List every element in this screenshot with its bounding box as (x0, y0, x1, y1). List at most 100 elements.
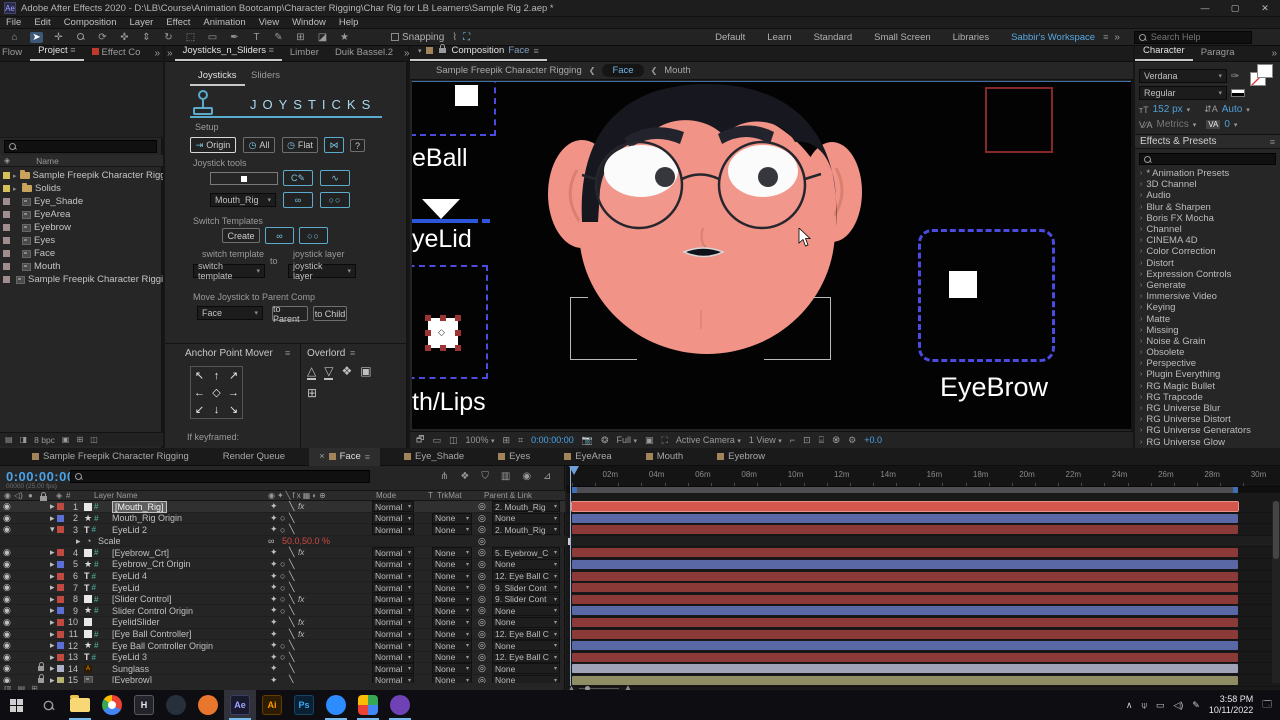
taskbar-illustrator[interactable]: Ai (256, 690, 288, 720)
parent-pickwhip-icon[interactable]: ◎ (478, 629, 488, 640)
taskbar-search-button[interactable] (32, 690, 64, 720)
eraser-tool-icon[interactable]: ◪ (316, 32, 329, 43)
quality-slash[interactable]: ╲ (289, 582, 297, 593)
layer-duration-bar[interactable] (572, 594, 1238, 604)
leading-value[interactable]: Auto (1222, 104, 1243, 115)
mode-select[interactable]: Normal ▾ (372, 663, 414, 675)
quality-slash[interactable]: ╲ (289, 605, 297, 616)
view-layout-select[interactable]: 1 View ▾ (749, 435, 782, 445)
label-chip[interactable] (57, 513, 65, 524)
trkmat-select[interactable]: None ▾ (432, 524, 472, 536)
quality-switch[interactable]: ✦ (270, 617, 278, 628)
layer-row[interactable]: ◉ ▸ 9 ★ # Slider Control Origin ✦ ○ ╲ Normal ▾ None… (0, 605, 565, 617)
quality-switch[interactable]: ✦ (270, 559, 278, 570)
dolly-camera-tool-icon[interactable]: ⇕ (140, 32, 153, 43)
visibility-toggle[interactable]: ◉ (3, 559, 13, 570)
layer-row[interactable]: ◉ ▸ 2 ★ # Mouth_Rig Origin ✦ ○ ╲ Normal ▾ None ▾ ◎ Non… (0, 512, 565, 525)
layer-name[interactable]: Slider Control Origin (112, 605, 287, 616)
fx-badge[interactable]: fx (298, 594, 310, 605)
effect-switch[interactable]: ○ (280, 652, 288, 663)
quality-switch[interactable]: ✦ (270, 629, 278, 640)
trkmat-select[interactable]: None ▾ (432, 651, 472, 663)
layer-name[interactable]: EyeLid 2 (112, 524, 287, 535)
visibility-toggle[interactable]: ◉ (3, 571, 13, 582)
effects-category[interactable]: › * Animation Presets (1135, 168, 1280, 179)
anchor-up[interactable]: ↑ (208, 367, 225, 384)
layer-row[interactable]: ◉ ▾ 3 T # EyeLid 2 ✦ ○ ╲ Normal ▾ None ▾ ◎ 2. Mouth_Ri… (0, 524, 565, 536)
taskbar-camera-app[interactable] (352, 690, 384, 720)
label-chip[interactable] (57, 640, 65, 651)
parent-select[interactable]: None ▾ (492, 616, 560, 628)
snap-angle-icon[interactable]: ⌇ (452, 32, 457, 43)
motion-blur-icon[interactable]: ◉ (522, 471, 531, 482)
new-comp-icon[interactable]: ⊞ (76, 435, 83, 444)
layer-track[interactable] (566, 571, 1280, 583)
taskbar-zoom[interactable] (320, 690, 352, 720)
kerning-value[interactable]: Metrics (1157, 119, 1189, 130)
layer-duration-bar[interactable] (572, 641, 1238, 651)
all-button[interactable]: ◷ All (243, 137, 275, 153)
effects-category[interactable]: › Plugin Everything (1135, 369, 1280, 380)
subtab-joysticks[interactable]: Joysticks (190, 68, 245, 86)
workspace-sabbir-s-workspace[interactable]: Sabbir's Workspace (1011, 32, 1095, 43)
parent-pickwhip-icon[interactable]: ◎ (478, 559, 488, 570)
effect-switch[interactable]: ○ (280, 513, 288, 524)
timeline-tab-eyearea[interactable]: EyeArea (554, 448, 621, 466)
snap-feature-icon[interactable]: ⛶ (463, 32, 470, 43)
workspace-overflow-icon[interactable]: » (1114, 32, 1120, 43)
layer-name[interactable]: EyelidSlider (112, 617, 287, 628)
layer-row[interactable]: ◉ ▸ 12 ★ # Eye Ball Controller Origin ✦ ○ ╲ Norma… (0, 640, 565, 652)
to-child-button[interactable]: to Child (313, 306, 347, 321)
taskbar-media-player[interactable] (384, 690, 416, 720)
anchor-up-right[interactable]: ↗ (225, 367, 242, 384)
quality-slash[interactable]: ╲ (289, 594, 297, 605)
menu-window[interactable]: Window (292, 17, 326, 28)
trkmat-select[interactable]: None ▾ (432, 628, 472, 640)
menu-file[interactable]: File (6, 17, 21, 28)
effect-switch[interactable]: ○ (280, 524, 288, 535)
anchor-down-right[interactable]: ↘ (225, 401, 242, 418)
clone-stamp-tool-icon[interactable]: ⊞ (294, 32, 307, 43)
eyeball-joystick-bounds[interactable] (412, 82, 496, 136)
effects-category[interactable]: › 3D Channel (1135, 179, 1280, 190)
mode-select[interactable]: Normal ▾ (372, 674, 414, 683)
project-item[interactable]: ▸Sample Freepik Character Rigging La▦ (0, 169, 163, 182)
flowchart-icon[interactable]: ♼ (832, 435, 840, 446)
quality-slash[interactable]: ╲ (289, 571, 297, 582)
visibility-toggle[interactable]: ◉ (3, 582, 13, 593)
timeline-tab-eye-shade[interactable]: Eye_Shade (394, 448, 474, 466)
tab-joysticks-n-sliders[interactable]: Joysticks_n_Sliders ≡ (174, 43, 282, 61)
trkmat-select[interactable]: None ▾ (432, 593, 472, 605)
home-tool-icon[interactable]: ⌂ (8, 32, 21, 43)
fx-badge[interactable]: fx (298, 617, 310, 628)
mode-select[interactable]: Normal ▾ (372, 547, 414, 559)
expression-link-icon[interactable]: ∞ (268, 536, 280, 547)
breadcrumb-face[interactable]: Face (602, 64, 644, 77)
trkmat-select[interactable]: None ▾ (432, 605, 472, 617)
mode-select[interactable]: Normal ▾ (372, 501, 414, 512)
anchor-arrow-grid[interactable]: ↖ ↑ ↗ ← ◇ → ↙ ↓ ↘ (190, 366, 243, 419)
taskbar-chrome[interactable] (96, 690, 128, 720)
timeline-button-icon[interactable]: ⌸ (819, 435, 824, 446)
rotation-tool-icon[interactable]: ↻ (162, 32, 175, 43)
timeline-tab-face[interactable]: × Face ≡ (309, 447, 381, 466)
layer-duration-bar[interactable] (571, 501, 1239, 512)
tab-duik[interactable]: Duik Bassel.2 (327, 45, 401, 61)
visibility-toggle[interactable]: ◉ (3, 605, 13, 616)
visibility-toggle[interactable]: ◉ (3, 501, 13, 512)
proxy-icon[interactable]: ◨ (20, 435, 28, 444)
effects-category[interactable]: › RG Universe Glow (1135, 437, 1280, 448)
layer-track[interactable] (566, 547, 1280, 559)
layer-name[interactable]: Mouth_Rig Origin (112, 513, 287, 524)
mask-visibility-icon[interactable]: ⌗ (518, 435, 523, 446)
joystick-layer-select[interactable]: joystick layer ▾ (288, 261, 356, 281)
layer-row[interactable]: ◉ ▸ 5 ★ # Eyebrow_Crt Origin ✦ ○ ╲ Normal ▾ None ▾ ◎ N… (0, 558, 565, 571)
layer-track[interactable] (566, 652, 1280, 664)
pen-tool-icon[interactable]: ✒ (228, 32, 241, 43)
effects-category[interactable]: › Keying (1135, 302, 1280, 313)
visibility-toggle[interactable]: ◉ (3, 617, 13, 628)
layer-name[interactable]: [Mouth_Rig] (112, 501, 287, 513)
layer-duration-bar[interactable] (572, 606, 1238, 616)
layer-name[interactable]: Eyebrow_Crt Origin (112, 559, 287, 570)
effect-switch[interactable]: ○ (280, 571, 288, 582)
